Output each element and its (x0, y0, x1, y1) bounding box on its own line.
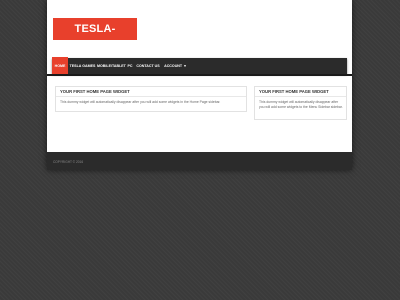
widget-text: This dummy widget will automatically dis… (60, 100, 221, 104)
site-footer: COPYRIGHT © 2016 (47, 152, 352, 170)
home-widget-right: YOUR FIRST HOME PAGE WIDGET This dummy w… (254, 86, 347, 120)
nav-item-contact-us[interactable]: CONTACT US (136, 58, 160, 74)
widget-title: YOUR FIRST HOME PAGE WIDGET (56, 87, 246, 97)
nav-shadow-divider (47, 74, 352, 76)
site-logo[interactable]: TESLA-PLAY.COM (53, 18, 137, 57)
nav-item-tesla-games[interactable]: TESLA GAMES (69, 58, 96, 74)
chevron-down-icon: ▾ (184, 64, 186, 68)
copyright-text: COPYRIGHT © 2016 (53, 160, 84, 164)
widget-text: This dummy widget will automatically dis… (259, 100, 343, 109)
nav-item-mobile-tablet[interactable]: MOBILE/TABLET (97, 58, 126, 74)
nav-item-account[interactable]: ACCOUNT ▾ (162, 58, 188, 74)
home-widget-left: YOUR FIRST HOME PAGE WIDGET This dummy w… (55, 86, 247, 112)
main-navigation: HOME TESLA GAMES MOBILE/TABLET PC CONTAC… (52, 57, 347, 76)
page-container: TESLA-PLAY.COM HOME TESLA GAMES MOBILE/T… (47, 0, 352, 170)
nav-item-pc[interactable]: PC (126, 58, 134, 74)
widget-title: YOUR FIRST HOME PAGE WIDGET (255, 87, 346, 97)
nav-item-account-label: ACCOUNT (164, 64, 183, 68)
